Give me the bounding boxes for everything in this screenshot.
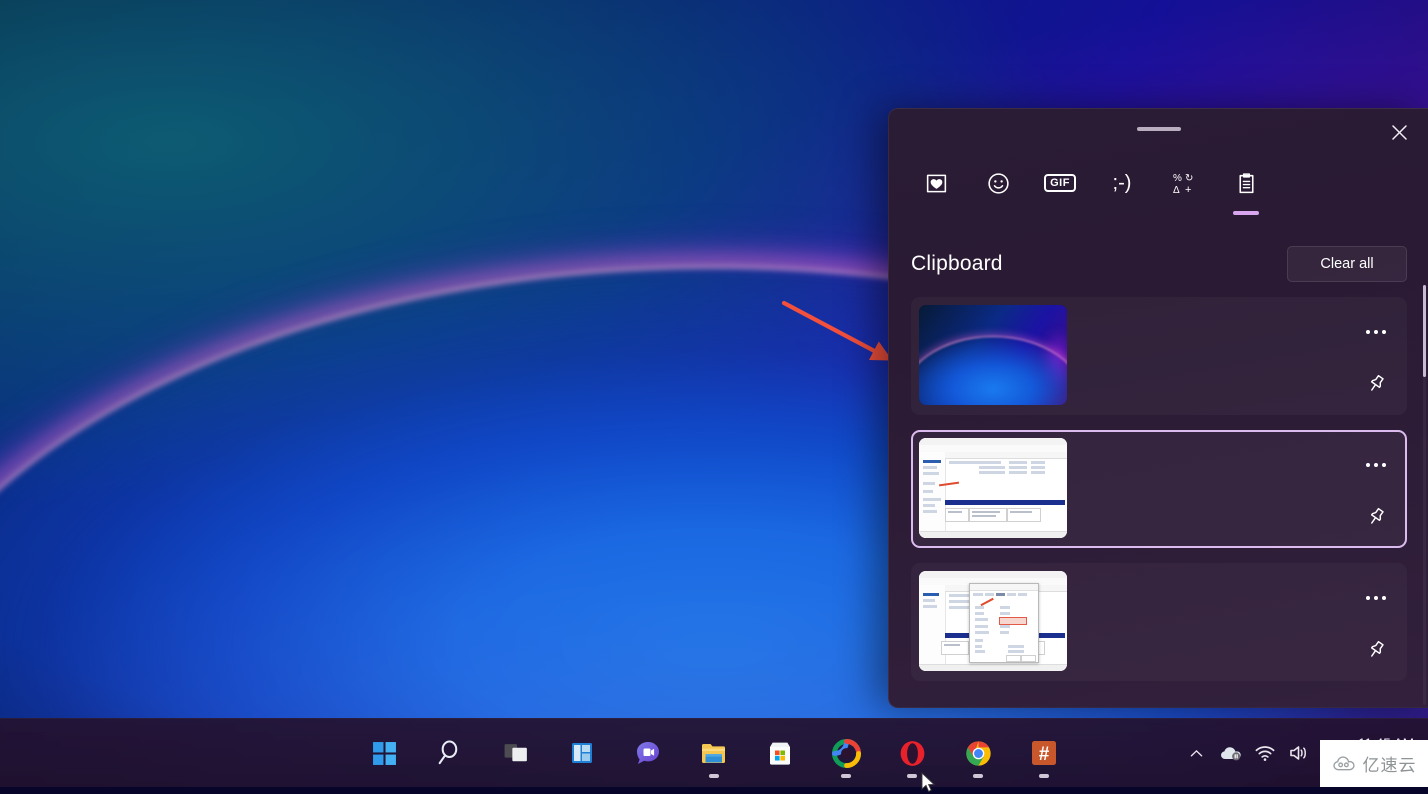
more-dot [1366, 330, 1370, 334]
clipboard-item[interactable] [911, 430, 1407, 548]
chevron-up-icon [1191, 749, 1203, 756]
taskbar-item-start[interactable] [351, 719, 417, 787]
more-dot [1382, 596, 1386, 600]
search-icon [438, 740, 458, 765]
page-title: Clipboard [911, 252, 1003, 275]
widgets-icon [572, 743, 592, 763]
item-more-options-button[interactable] [1357, 319, 1395, 345]
tab-clipboard[interactable] [1215, 163, 1277, 215]
taskbar-running-indicator [907, 774, 917, 778]
taskbar-item-hash-app[interactable]: # [1011, 719, 1077, 787]
clipboard-item-thumbnail [919, 438, 1067, 538]
taskbar-item-task-view[interactable] [483, 719, 549, 787]
taskbar: # [0, 718, 1428, 787]
cloud-logo-icon [1332, 755, 1355, 770]
onedrive-paused-icon [1220, 747, 1241, 761]
panel-tabs: GIF ;-) % ↻ Δ + [889, 163, 1428, 237]
svg-text:+: + [1185, 184, 1191, 196]
more-dot [1382, 463, 1386, 467]
taskbar-item-chrome[interactable] [945, 719, 1011, 787]
clipboard-item[interactable] [911, 297, 1407, 415]
hash-app-icon: # [1032, 741, 1056, 765]
more-dot [1366, 596, 1370, 600]
more-dot [1366, 463, 1370, 467]
clipboard-section-header: Clipboard Clear all [889, 237, 1428, 291]
task-view-icon [504, 743, 527, 761]
svg-text:#: # [1039, 744, 1050, 765]
mouse-cursor [921, 772, 936, 793]
close-icon [1391, 124, 1407, 140]
taskbar-running-indicator [1039, 774, 1049, 778]
taskbar-running-indicator [973, 774, 983, 778]
more-dot [1374, 596, 1378, 600]
item-pin-button[interactable] [1357, 500, 1395, 534]
tab-active-underline [1233, 211, 1259, 215]
gif-icon: GIF [1044, 163, 1076, 203]
more-dot [1382, 330, 1386, 334]
tab-gif[interactable]: GIF [1029, 163, 1091, 211]
tray-volume-button[interactable] [1282, 730, 1316, 776]
clipboard-item-thumbnail [919, 571, 1067, 671]
clipboard-items-list [889, 291, 1428, 681]
watermark-text: 亿速云 [1362, 756, 1417, 776]
taskbar-item-file-explorer[interactable] [681, 719, 747, 787]
svg-text:%: % [1173, 173, 1182, 184]
tab-symbols[interactable]: % ↻ Δ + [1153, 163, 1215, 211]
item-more-options-button[interactable] [1357, 452, 1395, 478]
tab-recently-used[interactable] [905, 163, 967, 211]
file-explorer-icon [702, 744, 726, 763]
tab-kaomoji[interactable]: ;-) [1091, 163, 1153, 211]
svg-text:Δ: Δ [1173, 185, 1180, 196]
panel-drag-handle[interactable] [1137, 127, 1181, 131]
clear-all-button[interactable]: Clear all [1287, 246, 1407, 282]
taskbar-item-search[interactable] [417, 719, 483, 787]
speaker-icon [1290, 746, 1306, 760]
tab-emoji[interactable] [967, 163, 1029, 211]
item-pin-button[interactable] [1357, 633, 1395, 667]
panel-scrollbar-thumb[interactable] [1423, 285, 1426, 377]
taskbar-running-indicator [841, 774, 851, 778]
opera-icon [900, 740, 924, 766]
tray-onedrive-button[interactable] [1214, 730, 1248, 776]
tray-network-button[interactable] [1248, 730, 1282, 776]
chrome-icon [965, 740, 991, 766]
smiley-face-icon [986, 163, 1011, 203]
panel-top-bar [889, 109, 1428, 163]
pin-icon [1370, 640, 1384, 657]
pin-icon [1370, 374, 1384, 391]
clipboard-item-thumbnail [919, 305, 1067, 405]
taskbar-item-widgets[interactable] [549, 719, 615, 787]
kaomoji-label: ;-) [1112, 172, 1132, 194]
clipboard-item[interactable] [911, 563, 1407, 681]
wifi-icon [1255, 746, 1275, 761]
symbols-icon: % ↻ Δ + [1171, 163, 1197, 203]
clipboard-icon [1234, 163, 1259, 203]
pin-icon [1370, 507, 1384, 524]
more-dot [1374, 330, 1378, 334]
kaomoji-icon: ;-) [1113, 163, 1132, 203]
taskbar-item-edge[interactable] [813, 719, 879, 787]
item-pin-button[interactable] [1357, 367, 1395, 401]
close-button[interactable] [1379, 115, 1419, 149]
watermark: 亿速云 [1320, 740, 1428, 787]
tray-show-hidden-icons-button[interactable] [1180, 730, 1214, 776]
microsoft-store-icon [770, 742, 790, 765]
edge-icon [831, 738, 861, 768]
taskbar-app-group: # [351, 719, 1077, 787]
svg-text:↻: ↻ [1185, 173, 1193, 184]
windows-logo-icon [372, 741, 396, 765]
taskbar-running-indicator [709, 774, 719, 778]
clipboard-panel[interactable]: GIF ;-) % ↻ Δ + Clipboard Clear all [888, 108, 1428, 708]
item-more-options-button[interactable] [1357, 585, 1395, 611]
heart-in-square-icon [924, 163, 949, 203]
taskbar-item-microsoft-store[interactable] [747, 719, 813, 787]
teams-chat-icon [637, 742, 659, 764]
taskbar-item-chat[interactable] [615, 719, 681, 787]
more-dot [1374, 463, 1378, 467]
gif-label: GIF [1044, 174, 1076, 192]
